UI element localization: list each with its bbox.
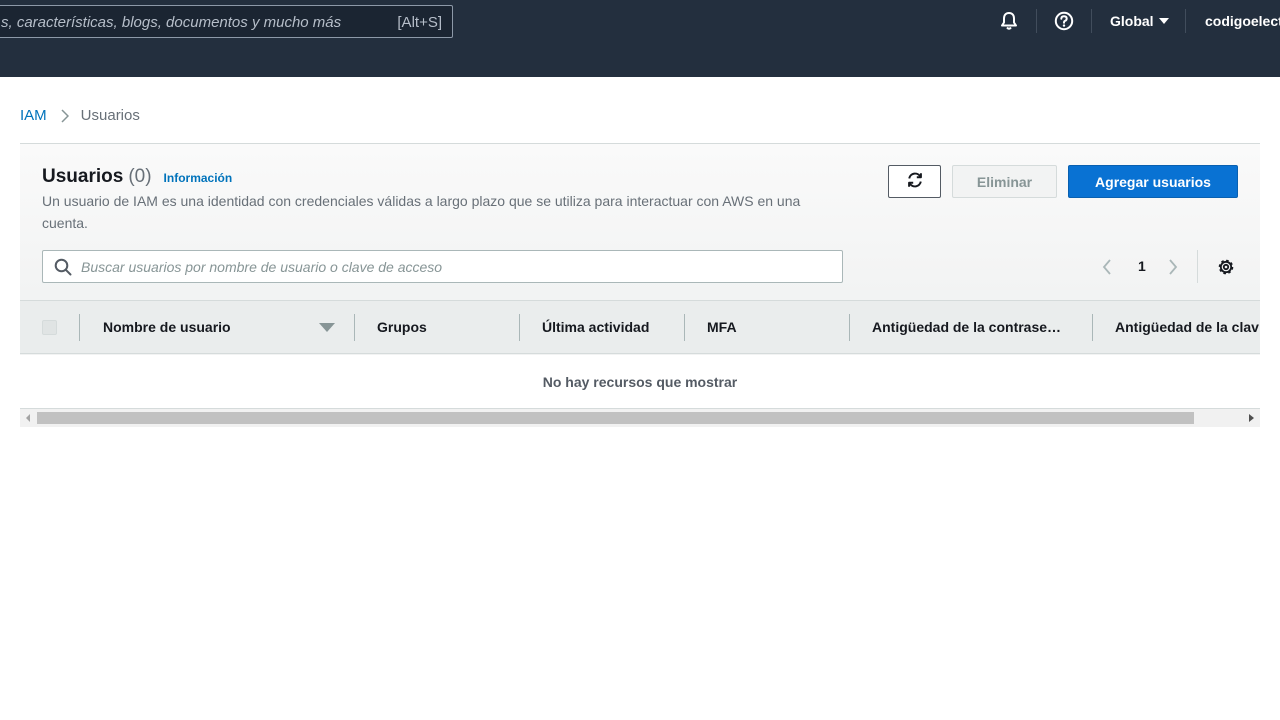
refresh-button[interactable] <box>888 165 941 198</box>
next-page-icon[interactable] <box>1168 258 1178 281</box>
caret-down-icon <box>1158 18 1169 24</box>
pager-divider <box>1197 250 1198 283</box>
users-table-container: Usuarios (0) Información Un usuario de I… <box>20 143 1260 427</box>
column-header-mfa[interactable]: MFA <box>707 301 847 353</box>
search-icon <box>54 258 72 281</box>
add-users-button[interactable]: Agregar usuarios <box>1068 165 1238 198</box>
select-all-checkbox[interactable] <box>42 320 57 335</box>
region-label: Global <box>1110 13 1154 29</box>
column-divider <box>684 314 685 341</box>
column-divider <box>849 314 850 341</box>
page-number[interactable]: 1 <box>1138 258 1146 274</box>
question-circle-icon[interactable] <box>1053 10 1075 32</box>
breadcrumb-link-iam[interactable]: IAM <box>20 107 47 124</box>
column-divider <box>79 314 80 341</box>
refresh-icon <box>906 171 924 192</box>
page-description: Un usuario de IAM es una identidad con c… <box>42 193 801 231</box>
breadcrumb-current: Usuarios <box>80 107 140 124</box>
users-search-input[interactable] <box>81 251 821 282</box>
column-divider <box>1092 314 1093 341</box>
empty-state-message: No hay recursos que mostrar <box>20 355 1260 409</box>
column-header-username[interactable]: Nombre de usuario <box>103 301 303 353</box>
scroll-left-icon[interactable] <box>26 414 30 422</box>
account-menu[interactable]: codigoelectr <box>1205 13 1280 29</box>
table-header: Nombre de usuario Grupos Última activida… <box>20 300 1260 354</box>
column-header-groups[interactable]: Grupos <box>377 301 517 353</box>
scrollbar-thumb[interactable] <box>37 412 1194 424</box>
global-search-placeholder: s, características, blogs, documentos y … <box>1 14 342 31</box>
nav-divider <box>1036 9 1037 33</box>
gear-icon[interactable] <box>1216 257 1236 282</box>
top-navigation-bar: s, características, blogs, documentos y … <box>0 0 1280 77</box>
breadcrumb: IAM Usuarios <box>20 107 140 124</box>
scroll-right-icon[interactable] <box>1249 414 1254 422</box>
users-count: (0) <box>128 166 152 187</box>
delete-button[interactable]: Eliminar <box>952 165 1057 198</box>
bell-icon[interactable] <box>998 10 1020 32</box>
nav-divider <box>1185 9 1186 33</box>
global-search-input[interactable]: s, características, blogs, documentos y … <box>0 5 453 38</box>
nav-divider <box>1091 9 1092 33</box>
column-divider <box>519 314 520 341</box>
column-header-password-age[interactable]: Antigüedad de la contrase… <box>872 301 1092 353</box>
users-search-field[interactable] <box>42 250 843 283</box>
info-link[interactable]: Información <box>164 171 233 185</box>
previous-page-icon[interactable] <box>1102 258 1112 281</box>
column-header-last-activity[interactable]: Última actividad <box>542 301 682 353</box>
header-row: Usuarios (0) Información <box>42 166 232 188</box>
search-shortcut-hint: [Alt+S] <box>397 14 442 31</box>
region-selector[interactable]: Global <box>1110 13 1169 29</box>
page-title: Usuarios <box>42 166 124 187</box>
column-divider <box>354 314 355 341</box>
chevron-right-icon <box>61 108 69 123</box>
column-header-access-key-age[interactable]: Antigüedad de la clav <box>1115 301 1260 353</box>
sort-descending-icon[interactable] <box>319 323 335 332</box>
horizontal-scrollbar[interactable] <box>20 409 1260 427</box>
